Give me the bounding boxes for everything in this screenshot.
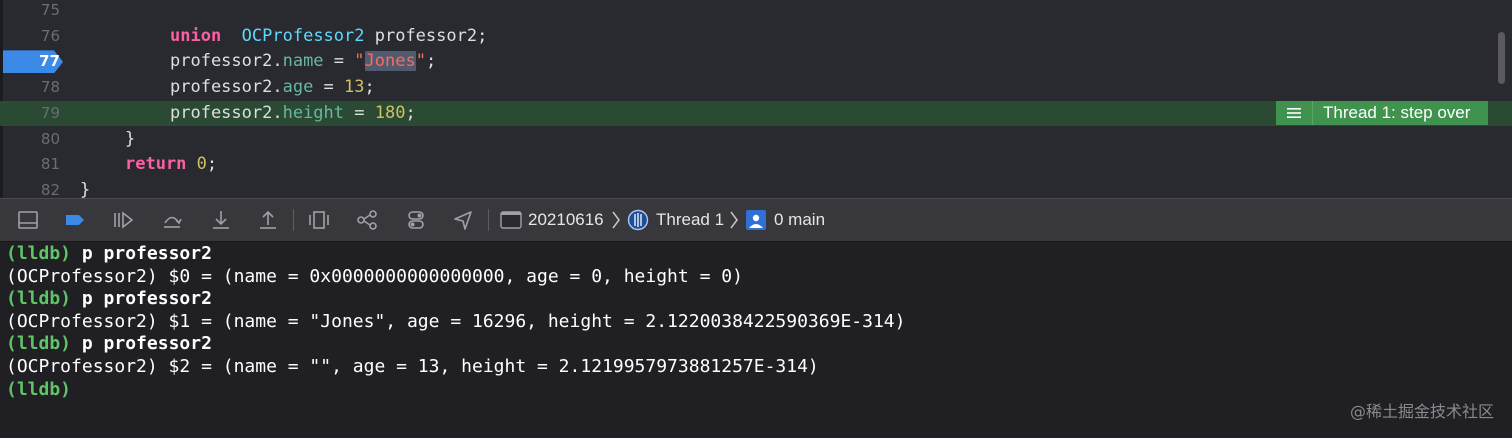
thread-icon [627, 209, 649, 231]
lldb-prompt: (lldb) [6, 333, 72, 355]
code-token: " [354, 51, 365, 72]
code-token: name [282, 51, 324, 72]
console-line: (lldb) p professor2 [6, 288, 212, 311]
view-hierarchy-icon[interactable] [308, 209, 330, 231]
code-token: } [80, 179, 91, 198]
line-number[interactable]: 80 [8, 127, 60, 153]
step-into-icon[interactable] [210, 209, 232, 231]
environment-overrides-icon[interactable] [405, 209, 427, 231]
code-token: ; [405, 102, 416, 123]
frame-name[interactable]: 0 main [774, 208, 825, 232]
code-token: union [170, 25, 222, 46]
code-token: ; [206, 154, 218, 175]
code-line[interactable]: 77 professor2.name = "Jones"; [0, 49, 1512, 75]
code-token: height [282, 102, 345, 123]
terminal-icon [500, 211, 522, 229]
debug-toolbar: 20210616 Thread 1 0 main [0, 198, 1512, 242]
step-over-icon[interactable] [161, 209, 183, 231]
console-line: (lldb) [6, 379, 71, 402]
code-text: } [125, 127, 135, 153]
console-line: (OCProfessor2) $0 = (name = 0x0000000000… [6, 266, 743, 289]
thread-status-badge[interactable]: Thread 1: step over [1276, 101, 1489, 125]
thread-name[interactable]: Thread 1 [656, 208, 724, 232]
breakpoints-toggle-icon[interactable] [64, 209, 86, 231]
code-token: ; [364, 77, 375, 98]
code-line[interactable]: 75 [0, 0, 1512, 24]
console-output: (OCProfessor2) $0 = (name = 0x0000000000… [6, 265, 743, 287]
code-token: } [125, 128, 136, 149]
code-line[interactable]: 76 union OCProfessor2 professor2; [0, 24, 1512, 50]
line-number[interactable]: 78 [8, 75, 60, 101]
editor-scrollbar[interactable] [1498, 32, 1505, 84]
console-output: (OCProfessor2) $1 = (name = "Jones", age… [6, 310, 906, 332]
stack-frame-user-icon [746, 210, 766, 230]
code-token: professor2; [364, 25, 488, 46]
console-command: p professor2 [71, 243, 212, 264]
console-command: p professor2 [71, 288, 212, 310]
source-editor[interactable]: 75 76 union OCProfessor2 professor2; 77 prof… [0, 0, 1512, 198]
lldb-prompt: (lldb) [6, 288, 72, 310]
code-text: } [80, 178, 90, 198]
code-text: professor2.name = "Jones"; [170, 49, 436, 75]
line-number[interactable]: 79 [8, 101, 60, 127]
code-text: return 0; [125, 152, 217, 178]
watermark: @稀土掘金技术社区 [1349, 402, 1494, 421]
console-line: (OCProfessor2) $2 = (name = "", age = 13… [6, 356, 819, 379]
code-token: Jones [364, 51, 416, 72]
line-number[interactable]: 76 [8, 24, 60, 50]
step-out-icon[interactable] [257, 209, 279, 231]
target-name[interactable]: 20210616 [528, 208, 604, 232]
code-token: professor2. [170, 77, 283, 98]
code-token: return [125, 154, 187, 175]
chevron-right-icon [612, 211, 620, 229]
code-line[interactable]: 80} [0, 127, 1512, 153]
console-line: (lldb) p professor2 [6, 243, 212, 266]
code-token: " [415, 51, 426, 72]
thread-badge-label: Thread 1: step over [1313, 101, 1489, 125]
code-token: professor2. [170, 102, 283, 123]
lldb-prompt: (lldb) [6, 243, 72, 264]
code-line[interactable]: 78 professor2.age = 13; [0, 75, 1512, 101]
console-line: (OCProfessor2) $1 = (name = "Jones", age… [6, 311, 905, 334]
console-command: p professor2 [71, 333, 212, 355]
line-number[interactable]: 82 [8, 178, 60, 198]
console-line: (lldb) p professor2 [6, 333, 212, 356]
code-token: ; [425, 51, 437, 72]
code-text: professor2.age = 13; [170, 75, 375, 101]
code-token: professor2. [170, 51, 283, 72]
code-token: = [323, 51, 355, 72]
code-token: age [282, 77, 314, 98]
console-output: (OCProfessor2) $2 = (name = "", age = 13… [6, 356, 819, 377]
code-token: 13 [344, 77, 365, 98]
toolbar-divider [293, 209, 294, 231]
code-text: professor2.height = 180; [170, 101, 416, 127]
line-number[interactable]: 77 [8, 49, 60, 75]
toolbar-divider [488, 209, 489, 231]
memory-graph-icon[interactable] [356, 209, 378, 231]
code-token: = [344, 102, 375, 123]
lldb-prompt: (lldb) [6, 378, 72, 400]
chevron-right-icon [730, 211, 738, 229]
line-number[interactable]: 81 [8, 152, 60, 178]
code-token: 180 [374, 102, 406, 123]
code-token: = [313, 77, 345, 98]
code-line[interactable]: 81 return 0; [0, 152, 1512, 178]
simulate-location-icon[interactable] [452, 209, 474, 231]
code-token: 0 [196, 154, 207, 175]
code-token: OCProfessor2 [241, 25, 365, 46]
menu-icon[interactable] [1276, 101, 1313, 125]
code-line[interactable]: 82} [0, 178, 1512, 198]
lldb-console[interactable]: (lldb) p professor2 (OCProfessor2) $0 = (… [0, 242, 1512, 438]
line-number[interactable]: 75 [8, 0, 60, 24]
hide-debug-area-icon[interactable] [17, 209, 39, 231]
continue-icon[interactable] [112, 209, 134, 231]
code-text: union OCProfessor2 professor2; [170, 24, 487, 50]
